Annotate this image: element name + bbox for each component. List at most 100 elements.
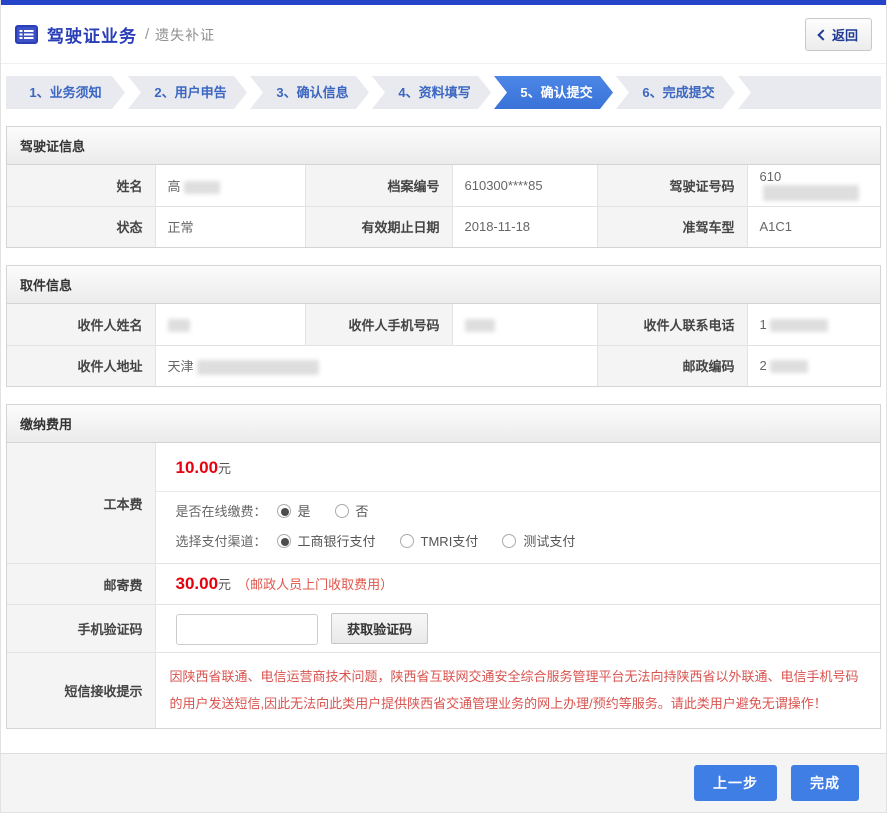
step-5-confirm-submit-active: 5、确认提交	[494, 76, 613, 109]
field-value: 2	[747, 345, 880, 386]
payment-table: 工本费 10.00元 是否在线缴费： 是 否	[7, 443, 880, 728]
step-bar-filler	[738, 76, 881, 109]
field-label: 有效期止日期	[305, 206, 452, 247]
step-wizard: 1、业务须知 2、用户申告 3、确认信息 4、资料填写 5、确认提交 6、完成提…	[6, 76, 881, 109]
postage-fee-note: （邮政人员上门收取费用）	[237, 577, 393, 592]
section-payment: 缴纳费用 工本费 10.00元 是否在线缴费： 是	[6, 404, 881, 729]
field-value: 1	[747, 304, 880, 345]
radio-label: 否	[356, 501, 369, 520]
step-4-fill-data: 4、资料填写	[372, 76, 491, 109]
field-label: 收件人地址	[7, 345, 155, 386]
production-fee-cell: 10.00元 是否在线缴费： 是 否 选择支	[155, 443, 880, 564]
field-label: 收件人姓名	[7, 304, 155, 345]
redacted-value	[184, 181, 220, 194]
field-label: 邮寄费	[7, 564, 155, 605]
pay-channel-option-tmri[interactable]: TMRI支付	[400, 531, 479, 550]
get-code-button[interactable]: 获取验证码	[331, 613, 428, 644]
license-info-table: 姓名 高 档案编号 610300****85 驾驶证号码 610 状态 正常 有…	[7, 165, 880, 247]
online-pay-option-yes[interactable]: 是	[277, 501, 311, 520]
online-pay-option-no[interactable]: 否	[335, 501, 369, 520]
license-info-title: 驾驶证信息	[7, 127, 880, 165]
step-2-user-declaration: 2、用户申告	[128, 76, 247, 109]
pickup-info-title: 取件信息	[7, 266, 880, 304]
online-pay-question: 是否在线缴费：	[176, 501, 267, 520]
field-label: 姓名	[7, 165, 155, 206]
step-1-business-notice: 1、业务须知	[6, 76, 125, 109]
field-label: 工本费	[7, 443, 155, 564]
field-label: 收件人联系电话	[597, 304, 747, 345]
field-value-text: 天津	[168, 359, 194, 374]
sms-code-cell: 获取验证码	[155, 605, 880, 653]
license-service-icon	[15, 25, 38, 44]
redacted-value	[465, 319, 495, 332]
production-fee-unit: 元	[218, 461, 231, 476]
field-label: 手机验证码	[7, 605, 155, 653]
redacted-value	[168, 319, 190, 332]
pay-channel-option-icbc[interactable]: 工商银行支付	[277, 531, 376, 550]
postage-fee-unit: 元	[218, 577, 231, 592]
field-value: 2018-11-18	[452, 206, 597, 247]
table-row: 收件人地址 天津 邮政编码 2	[7, 345, 880, 386]
field-value-text: 高	[168, 179, 181, 194]
pay-channel-question: 选择支付渠道：	[176, 531, 267, 550]
field-label: 驾驶证号码	[597, 165, 747, 206]
field-value	[452, 304, 597, 345]
radio-checked-icon[interactable]	[277, 504, 291, 518]
payment-title: 缴纳费用	[7, 405, 880, 443]
section-pickup-info: 取件信息 收件人姓名 收件人手机号码 收件人联系电话 1 收件人地址 天津 邮政…	[6, 265, 881, 387]
finish-button[interactable]: 完成	[791, 765, 859, 801]
redacted-value	[770, 360, 808, 373]
breadcrumb-divider: /	[145, 26, 149, 43]
redacted-value	[770, 319, 828, 332]
field-value-text: 2	[760, 358, 767, 373]
step-6-complete-submit: 6、完成提交	[616, 76, 735, 109]
field-label: 短信接收提示	[7, 653, 155, 728]
field-label: 准驾车型	[597, 206, 747, 247]
back-chevron-icon	[817, 29, 828, 40]
radio-label: 是	[298, 501, 311, 520]
pay-channel-option-test[interactable]: 测试支付	[502, 531, 575, 550]
sms-code-input[interactable]	[176, 614, 318, 645]
step-3-confirm-info: 3、确认信息	[250, 76, 369, 109]
previous-step-button[interactable]: 上一步	[694, 765, 777, 801]
table-row: 状态 正常 有效期止日期 2018-11-18 准驾车型 A1C1	[7, 206, 880, 247]
radio-checked-icon[interactable]	[277, 534, 291, 548]
radio-label: 工商银行支付	[298, 531, 376, 550]
field-value: 610300****85	[452, 165, 597, 206]
table-row-sms-code: 手机验证码 获取验证码	[7, 605, 880, 653]
radio-label: 测试支付	[523, 531, 575, 550]
section-license-info: 驾驶证信息 姓名 高 档案编号 610300****85 驾驶证号码 610 状…	[6, 126, 881, 248]
page: 驾驶证业务 / 遗失补证 返回 1、业务须知 2、用户申告 3、确认信息 4、资…	[0, 0, 887, 813]
field-value-text: 610	[760, 169, 782, 184]
field-label: 档案编号	[305, 165, 452, 206]
field-value: A1C1	[747, 206, 880, 247]
breadcrumb-current: 遗失补证	[155, 25, 215, 45]
back-button[interactable]: 返回	[805, 18, 872, 51]
table-row-postage-fee: 邮寄费 30.00元 （邮政人员上门收取费用）	[7, 564, 880, 605]
postage-fee-amount: 30.00	[176, 574, 219, 593]
redacted-value	[197, 360, 319, 375]
production-fee-amount-row: 10.00元	[156, 443, 881, 492]
radio-label: TMRI支付	[421, 531, 479, 550]
online-pay-radio-row: 是否在线缴费： 是 否	[156, 492, 881, 522]
field-value	[155, 304, 305, 345]
field-value-text: 1	[760, 317, 767, 332]
page-title: 驾驶证业务	[47, 22, 137, 47]
field-value: 正常	[155, 206, 305, 247]
pickup-info-table: 收件人姓名 收件人手机号码 收件人联系电话 1 收件人地址 天津 邮政编码 2	[7, 304, 880, 386]
page-header: 驾驶证业务 / 遗失补证 返回	[1, 5, 886, 64]
field-value: 610	[747, 165, 880, 206]
redacted-value	[763, 185, 859, 201]
field-label: 邮政编码	[597, 345, 747, 386]
table-row: 收件人姓名 收件人手机号码 收件人联系电话 1	[7, 304, 880, 345]
pay-channel-radio-row: 选择支付渠道： 工商银行支付 TMRI支付 测试支付	[156, 522, 881, 563]
radio-unchecked-icon[interactable]	[400, 534, 414, 548]
field-label: 收件人手机号码	[305, 304, 452, 345]
back-button-label: 返回	[832, 25, 858, 44]
production-fee-amount: 10.00	[176, 458, 219, 477]
sms-tip-text: 因陕西省联通、电信运营商技术问题，陕西省互联网交通安全综合服务管理平台无法向持陕…	[155, 653, 880, 728]
field-value: 天津	[155, 345, 597, 386]
footer-action-bar: 上一步 完成	[1, 753, 886, 812]
radio-unchecked-icon[interactable]	[335, 504, 349, 518]
radio-unchecked-icon[interactable]	[502, 534, 516, 548]
